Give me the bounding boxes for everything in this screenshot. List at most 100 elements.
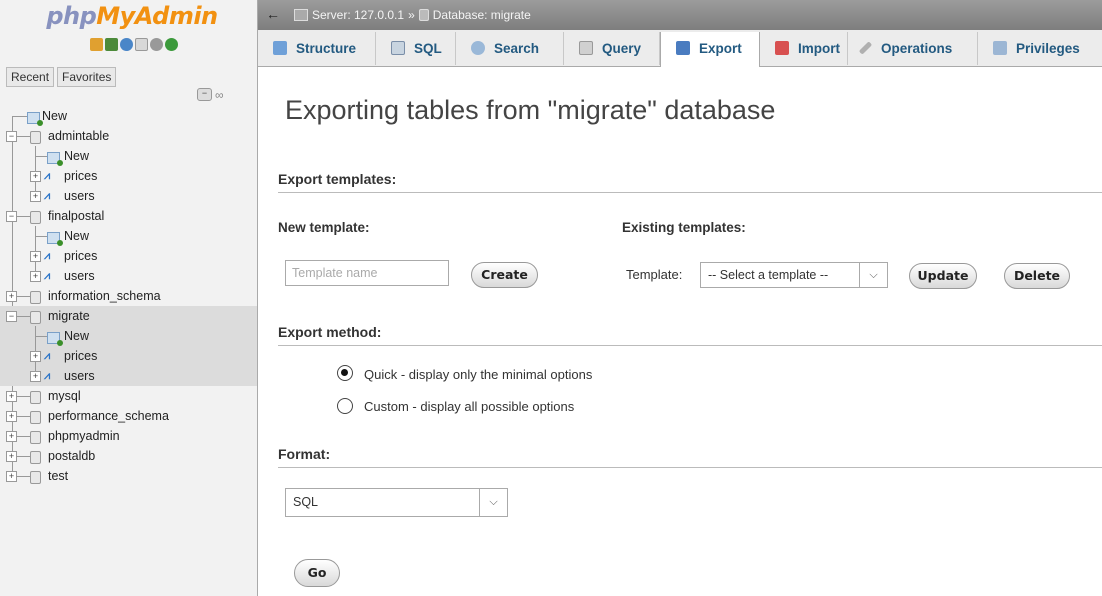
- breadcrumb-bar: ← Server: 127.0.0.1 » Database: migrate: [258, 0, 1102, 30]
- collapse-sidebar-arrow-icon[interactable]: ←: [266, 6, 280, 22]
- expand-toggle[interactable]: +: [6, 451, 17, 462]
- tab-label: Export: [699, 41, 742, 56]
- main-tab-bar: Structure SQL Search Query Export Import…: [258, 30, 1102, 67]
- tree-connector: [17, 456, 30, 457]
- quick-radio-label[interactable]: Quick - display only the minimal options: [364, 367, 592, 382]
- tree-item-admintable-users[interactable]: + ⩘ users: [0, 186, 257, 206]
- reload-icon[interactable]: [165, 38, 178, 51]
- table-icon: ⩘: [44, 270, 51, 282]
- tree-item-label: New: [42, 109, 68, 123]
- tree-item-label: New: [64, 329, 90, 343]
- collapse-all-button[interactable]: −: [197, 88, 212, 101]
- link-with-main-panel-icon[interactable]: ∞: [215, 89, 224, 101]
- logout-icon[interactable]: [105, 38, 118, 51]
- template-name-input[interactable]: [285, 260, 449, 286]
- custom-radio[interactable]: [337, 398, 353, 414]
- home-icon[interactable]: [90, 38, 103, 51]
- database-icon: [30, 391, 41, 404]
- create-button[interactable]: Create: [471, 262, 538, 288]
- tree-connector: [17, 316, 30, 317]
- expand-toggle[interactable]: +: [6, 391, 17, 402]
- recent-tab[interactable]: Recent: [6, 67, 55, 87]
- tree-connector: [35, 336, 47, 337]
- tree-item-admintable[interactable]: − admintable: [0, 126, 257, 146]
- new-template-label: New template:: [278, 220, 370, 235]
- tab-label: Structure: [296, 41, 357, 56]
- database-icon: [30, 131, 41, 144]
- tab-search[interactable]: Search: [456, 32, 564, 65]
- new-table-icon: [47, 232, 63, 246]
- tab-privileges[interactable]: Privileges: [978, 32, 1102, 65]
- tab-label: Privileges: [1016, 41, 1080, 56]
- tree-item-admintable-prices[interactable]: + ⩘ prices: [0, 166, 257, 186]
- tree-item-migrate[interactable]: − migrate: [0, 306, 257, 326]
- delete-button[interactable]: Delete: [1004, 263, 1070, 289]
- collapse-toggle[interactable]: −: [6, 131, 17, 142]
- tree-item-finalpostal-prices[interactable]: + ⩘ prices: [0, 246, 257, 266]
- tree-item-test[interactable]: + test: [0, 466, 257, 486]
- expand-toggle[interactable]: +: [30, 251, 41, 262]
- tree-item-label: prices: [64, 249, 98, 263]
- template-select[interactable]: -- Select a template -- ⌵: [700, 262, 888, 288]
- breadcrumb-database[interactable]: Database: migrate: [433, 7, 531, 23]
- import-icon: [775, 41, 789, 55]
- tree-item-postaldb[interactable]: + postaldb: [0, 446, 257, 466]
- tree-item-finalpostal-users[interactable]: + ⩘ users: [0, 266, 257, 286]
- tree-connector: [17, 476, 30, 477]
- collapse-toggle[interactable]: −: [6, 211, 17, 222]
- tab-operations[interactable]: Operations: [848, 32, 978, 65]
- expand-toggle[interactable]: +: [6, 431, 17, 442]
- tree-item-label: information_schema: [48, 289, 161, 303]
- expand-toggle[interactable]: +: [30, 351, 41, 362]
- go-button[interactable]: Go: [294, 559, 340, 587]
- docs-icon[interactable]: [120, 38, 133, 51]
- expand-toggle[interactable]: +: [30, 171, 41, 182]
- logo-php-text: php: [46, 2, 97, 30]
- expand-toggle[interactable]: +: [6, 291, 17, 302]
- tree-item-migrate-prices[interactable]: + ⩘ prices: [0, 346, 257, 366]
- recent-favorites-tabs: Recent Favorites: [6, 67, 117, 87]
- table-icon: ⩘: [44, 370, 51, 382]
- expand-toggle[interactable]: +: [30, 371, 41, 382]
- tree-item-mysql[interactable]: + mysql: [0, 386, 257, 406]
- tree-item-information-schema[interactable]: + information_schema: [0, 286, 257, 306]
- favorites-tab[interactable]: Favorites: [57, 67, 117, 87]
- tab-import[interactable]: Import: [760, 32, 848, 65]
- template-select-label: Template:: [626, 267, 683, 282]
- phpmyadmin-logo[interactable]: phpMyAdmin: [20, 2, 244, 34]
- format-select[interactable]: SQL ⌵: [285, 488, 508, 517]
- database-icon: [418, 9, 429, 21]
- collapse-toggle[interactable]: −: [6, 311, 17, 322]
- chevron-down-icon[interactable]: ⌵: [479, 489, 507, 516]
- quick-radio[interactable]: [337, 365, 353, 381]
- custom-radio-label[interactable]: Custom - display all possible options: [364, 399, 574, 414]
- tree-connector: [17, 296, 30, 297]
- tree-item-performance-schema[interactable]: + performance_schema: [0, 406, 257, 426]
- tab-query[interactable]: Query: [564, 32, 660, 65]
- tab-sql[interactable]: SQL: [376, 32, 456, 65]
- tree-item-migrate-users[interactable]: + ⩘ users: [0, 366, 257, 386]
- update-button[interactable]: Update: [909, 263, 977, 289]
- tab-label: Search: [494, 41, 540, 56]
- expand-toggle[interactable]: +: [6, 471, 17, 482]
- expand-toggle[interactable]: +: [30, 191, 41, 202]
- tree-item-phpmyadmin[interactable]: + phpmyadmin: [0, 426, 257, 446]
- new-table-icon: [47, 332, 63, 346]
- privileges-icon: [993, 41, 1007, 55]
- expand-toggle[interactable]: +: [6, 411, 17, 422]
- chevron-down-icon[interactable]: ⌵: [859, 263, 887, 287]
- tree-connector: [17, 396, 30, 397]
- tree-connector: [35, 156, 47, 157]
- tree-item-new[interactable]: New: [0, 106, 257, 126]
- tree-item-finalpostal-new[interactable]: New: [0, 226, 257, 246]
- settings-icon[interactable]: [150, 38, 163, 51]
- expand-toggle[interactable]: +: [30, 271, 41, 282]
- breadcrumb-server[interactable]: Server: 127.0.0.1: [312, 7, 404, 23]
- tree-item-migrate-new[interactable]: New: [0, 326, 257, 346]
- tab-export[interactable]: Export: [660, 32, 760, 67]
- collapse-link-controls: − ∞: [197, 88, 224, 101]
- tree-item-finalpostal[interactable]: − finalpostal: [0, 206, 257, 226]
- tab-structure[interactable]: Structure: [258, 32, 376, 65]
- tree-item-admintable-new[interactable]: New: [0, 146, 257, 166]
- sql-docs-icon[interactable]: [135, 38, 148, 51]
